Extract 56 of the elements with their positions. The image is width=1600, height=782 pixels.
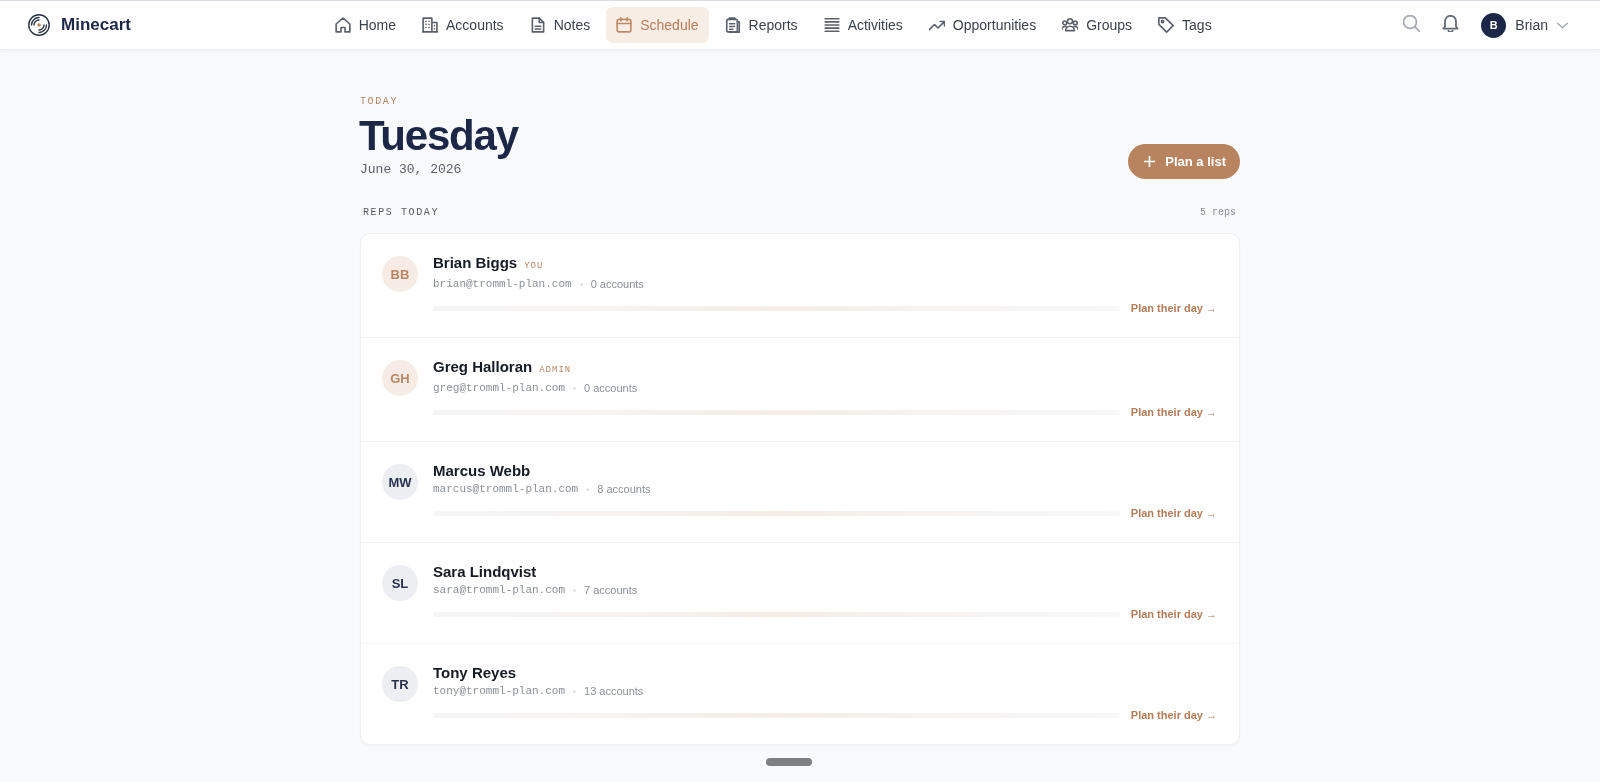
rep-avatar: GH [382,360,418,396]
plan-day-link[interactable]: Plan their day → [1130,608,1217,620]
nav-tab[interactable]: Accounts [412,7,514,43]
search-icon[interactable] [1403,14,1421,32]
rep-avatar: MW [382,464,418,500]
account-count: 8 accounts [597,482,651,497]
plus-icon [1144,156,1156,167]
section-title: REPS TODAY [363,206,439,220]
rep-email: brian@tromml-plan.com [433,277,572,292]
app-name: Minecart [61,15,131,35]
user-menu-button[interactable]: B Brian [1481,12,1568,38]
rep-avatar: SL [382,565,418,601]
account-count: 0 accounts [590,277,644,292]
date-text: June 30, 2026 [360,161,463,179]
nav-tab[interactable]: Activities [813,7,913,43]
clipboard-icon [724,17,741,33]
day-label: TODAY [360,96,399,108]
rep-email: greg@tromml-plan.com [433,381,566,396]
scroll-handle[interactable] [766,758,812,766]
home-icon [334,17,351,33]
rep-name: Sara Lindqvist [433,562,537,582]
account-count: 0 accounts [584,381,638,396]
nav-tab[interactable]: Tags [1148,7,1222,43]
user-avatar: B [1481,12,1507,38]
rep-name: Marcus Webb [433,461,531,481]
plan-day-link[interactable]: Plan their day → [1130,406,1217,418]
list-icon [823,17,840,33]
document-icon [529,17,546,33]
nav-tab[interactable]: Home [324,7,407,43]
plan-day-link[interactable]: Plan their day → [1130,507,1217,519]
nav-tab[interactable]: Groups [1052,7,1143,43]
rep-avatar: BB [382,256,418,292]
rep-avatar: TR [382,666,418,702]
account-count: 13 accounts [584,684,644,699]
plan-day-link[interactable]: Plan their day → [1130,302,1217,314]
role-label: YOU [524,260,544,273]
nav-tab[interactable]: Notes [519,7,601,43]
nav-tab[interactable]: Reports [714,7,808,43]
rep-name: Brian Biggs [433,253,518,273]
rep-email: tony@tromml-plan.com [433,684,566,699]
building-icon [422,17,439,33]
calendar-icon [616,17,633,33]
rep-name: Tony Reyes [433,663,517,683]
nav-tab[interactable]: Opportunities [918,7,1047,43]
logo-icon [28,14,50,36]
people-icon [1062,17,1079,33]
day-title: Tuesday [359,113,518,159]
rep-name: Greg Halloran [433,357,533,377]
rep-email: marcus@tromml-plan.com [433,482,579,497]
rep-email: sara@tromml-plan.com [433,583,566,598]
account-count: 7 accounts [584,583,638,598]
rep-count: 5 reps [1200,206,1236,220]
role-label: ADMIN [539,364,572,377]
plan-day-link[interactable]: Plan their day → [1130,709,1217,721]
tag-icon [1158,17,1175,33]
bell-icon[interactable] [1442,14,1460,32]
